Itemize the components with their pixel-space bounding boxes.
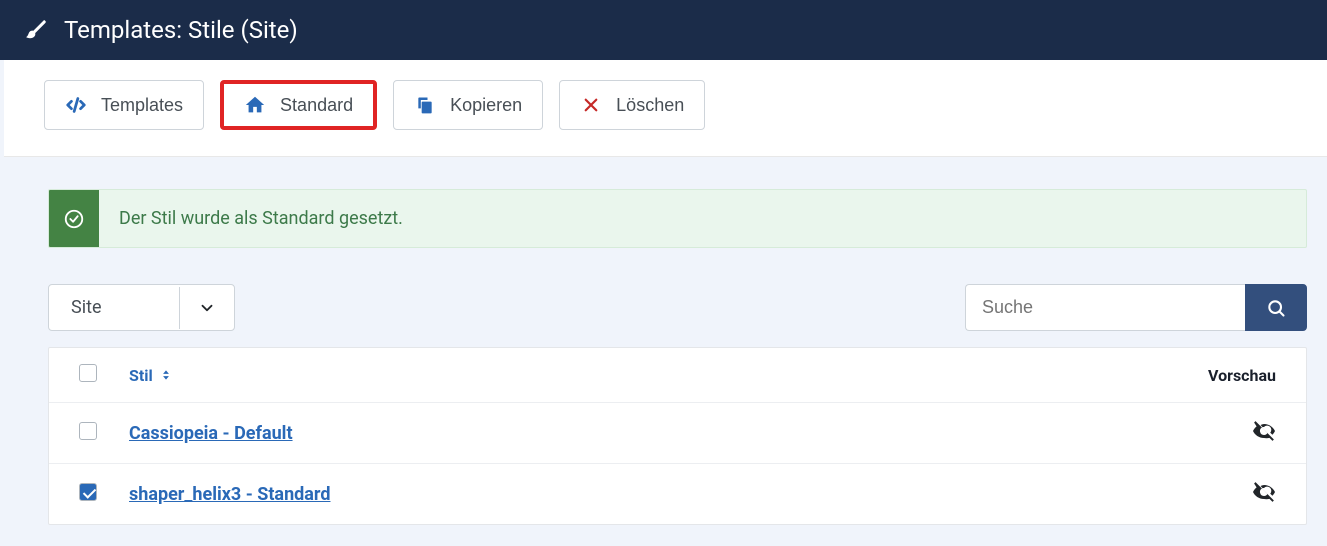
eye-off-icon[interactable]: [1252, 419, 1276, 443]
delete-button[interactable]: Löschen: [559, 80, 705, 130]
delete-label: Löschen: [616, 95, 684, 116]
search-icon: [1266, 298, 1286, 318]
style-link[interactable]: shaper_helix3 - Standard: [129, 484, 330, 505]
standard-button[interactable]: Standard: [220, 80, 377, 130]
style-link[interactable]: Cassiopeia - Default: [129, 423, 293, 444]
alert-message: Der Stil wurde als Standard gesetzt.: [99, 190, 423, 247]
brush-icon: [24, 17, 50, 43]
filter-row: Site: [4, 268, 1327, 347]
search-button[interactable]: [1245, 284, 1307, 331]
col-stil-label: Stil: [129, 366, 153, 385]
toolbar: Templates Standard Kopieren Löschen: [4, 60, 1327, 157]
check-circle-icon: [49, 190, 99, 247]
table-row: shaper_helix3 - Standard: [49, 464, 1306, 524]
copy-icon: [414, 94, 436, 116]
success-alert: Der Stil wurde als Standard gesetzt.: [48, 189, 1307, 248]
styles-table: Stil Vorschau Cassiopeia - Default: [48, 347, 1307, 525]
select-all-cell: [79, 364, 129, 386]
client-select[interactable]: Site: [48, 284, 235, 331]
copy-button[interactable]: Kopieren: [393, 80, 543, 130]
col-vorschau-header: Vorschau: [1156, 366, 1276, 385]
client-select-value: Site: [49, 285, 179, 330]
templates-label: Templates: [101, 95, 183, 116]
code-icon: [65, 94, 87, 116]
page-header: Templates: Stile (Site): [0, 0, 1327, 60]
row-checkbox[interactable]: [79, 483, 97, 501]
table-header: Stil Vorschau: [49, 348, 1306, 403]
chevron-down-icon: [179, 287, 234, 329]
copy-label: Kopieren: [450, 95, 522, 116]
standard-label: Standard: [280, 95, 353, 116]
select-all-checkbox[interactable]: [79, 364, 97, 382]
sort-icon: [159, 368, 173, 382]
col-stil-header[interactable]: Stil: [129, 366, 173, 385]
search-group: [965, 284, 1307, 331]
x-icon: [580, 94, 602, 116]
row-checkbox[interactable]: [79, 422, 97, 440]
search-input[interactable]: [965, 284, 1245, 331]
table-row: Cassiopeia - Default: [49, 403, 1306, 464]
eye-off-icon[interactable]: [1252, 480, 1276, 504]
home-icon: [244, 94, 266, 116]
templates-button[interactable]: Templates: [44, 80, 204, 130]
page-title: Templates: Stile (Site): [64, 16, 298, 44]
